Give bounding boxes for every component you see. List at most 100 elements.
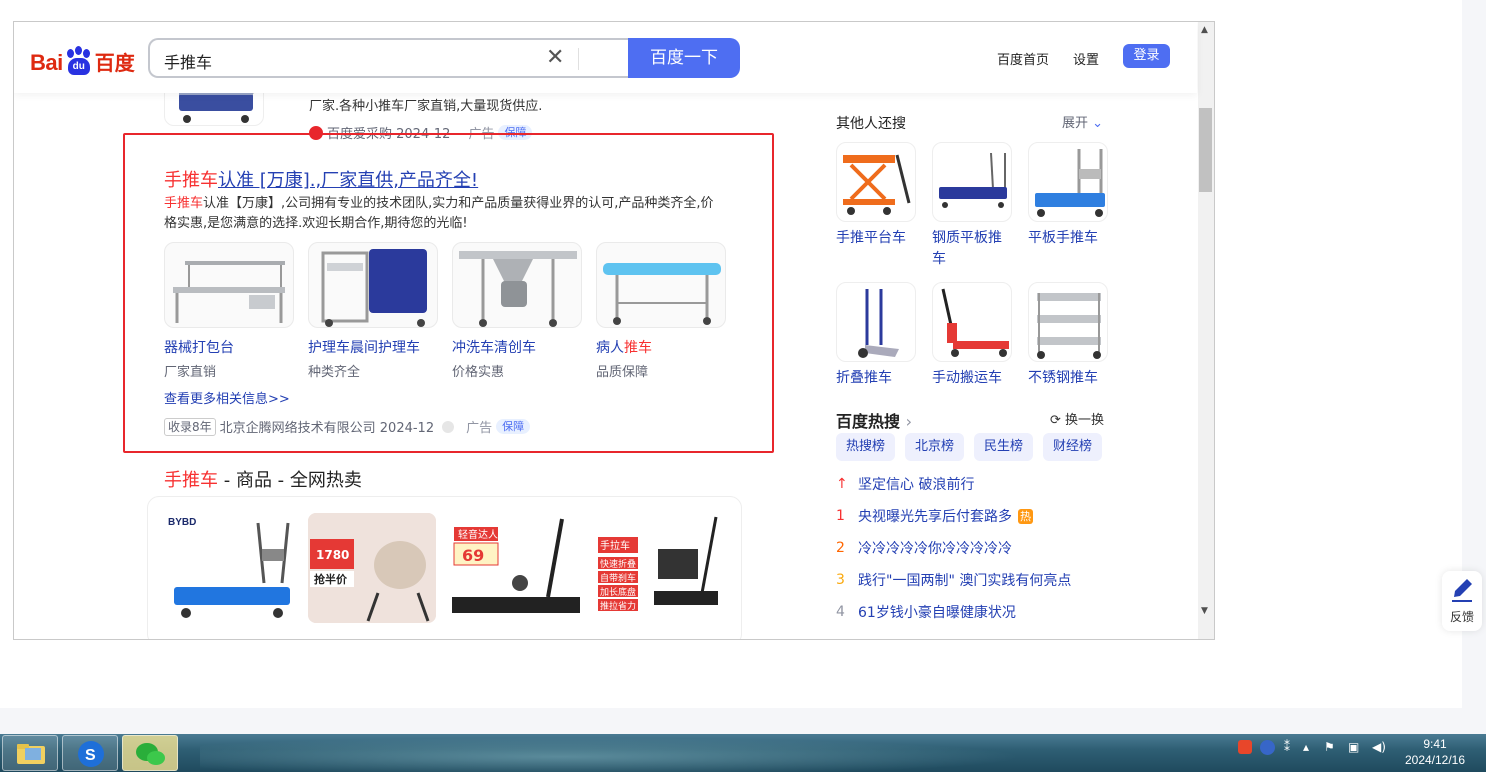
hot-text: 冷冷冷冷冷你冷冷冷冷冷 [858,541,1012,557]
tile-name[interactable]: 护理车晨间护理车 [308,337,420,357]
tile-subtitle: 种类齐全 [308,365,361,380]
related-image[interactable] [932,282,1012,362]
hot-text: 践行"一国两制" 澳门实践有何亮点 [858,573,1072,589]
ad-snippet-text: 认准【万康】,公司拥有专业的技术团队,实力和产品质量获得业界的认可,产品种类齐全… [164,196,714,231]
hot-tab[interactable]: 民生榜 [974,433,1034,461]
tile-name[interactable]: 病人推车 [596,337,652,357]
hot-tab[interactable]: 热搜榜 [836,433,896,461]
hot-item[interactable]: 3 践行"一国两制" 澳门实践有何亮点 [836,570,1071,590]
search-header: Bai du 百度 手推车 ✕ 百度一下 百度首页 设置 登录 [14,22,1197,93]
related-label[interactable]: 手推平台车 [836,228,916,249]
related-label[interactable]: 折叠推车 [836,368,916,389]
tile-image[interactable] [308,242,438,328]
related-image[interactable] [1028,282,1108,362]
tile-image[interactable] [452,242,582,328]
product-brand: BYBD [168,517,196,528]
nav-home-link[interactable]: 百度首页 [997,49,1049,68]
related-label[interactable]: 平板手推车 [1028,228,1108,249]
search-divider [578,48,579,70]
ad-result-meta: 收录8年 北京企腾网络技术有限公司 2024-12 广告 保障 [164,417,531,436]
taskbar-clock[interactable]: 9:41 2024/12/16 [1398,736,1472,768]
logo-text-cn: 百度 [94,53,135,75]
related-image[interactable] [836,142,916,222]
scroll-down-icon[interactable]: ▼ [1201,606,1208,616]
product-promo: 抢半价 [314,572,348,586]
related-label[interactable]: 手动搬运车 [932,368,1012,389]
hot-search-title[interactable]: 百度热搜 › [836,408,912,432]
refresh-icon: ⟳ [1050,413,1061,428]
indexed-years-tag: 收录8年 [164,417,216,436]
show-hidden-icons-icon[interactable]: ▴ [1303,740,1309,754]
product-feature: 加长底盘 [600,586,636,598]
product-image[interactable]: BYBD [164,513,292,623]
tile-subtitle: 品质保障 [596,365,649,380]
expand-label: 展开 [1062,116,1089,131]
expand-link[interactable]: 展开 ⌄ [1062,112,1103,131]
login-button[interactable]: 登录 [1123,44,1170,68]
ad-company[interactable]: 北京企腾网络技术有限公司 2024-12 [220,417,434,436]
ad-result-title[interactable]: 手推车认准 [万康].,厂家直供,产品齐全! [164,166,478,192]
tile-image[interactable] [164,242,294,328]
clear-icon[interactable]: ✕ [546,45,564,70]
refresh-button[interactable]: ⟳ 换一换 [1050,409,1104,428]
product-badge: 轻音达人 [458,528,498,541]
vertical-scrollbar[interactable]: ▲ ▼ [1198,22,1214,639]
product-feature: 推拉省力 [600,600,636,612]
more-info-link[interactable]: 查看更多相关信息>> [164,388,290,407]
tile-name[interactable]: 冲洗车清创车 [452,337,536,357]
hot-item[interactable]: 1 央视曝光先享后付套路多热 [836,506,1033,526]
product-image[interactable]: 轻音达人 69 [452,513,580,623]
hot-tab[interactable]: 财经榜 [1043,433,1103,461]
tile-name-keyword: 推车 [624,340,652,356]
search-button[interactable]: 百度一下 [628,38,740,78]
help-icon[interactable] [1260,740,1275,758]
hot-item[interactable]: ↑ 坚定信心 破浪前行 [836,474,974,494]
related-image[interactable] [836,282,916,362]
action-center-flag-icon[interactable]: ⚑ [1324,740,1335,754]
ime-icon[interactable] [1238,740,1252,757]
nav-settings-link[interactable]: 设置 [1073,49,1099,68]
hot-rank: 2 [836,540,845,556]
top-result-snippet: 厂家.各种小推车厂家直销,大量现货供应. [309,99,543,114]
related-label[interactable]: 不锈钢推车 [1028,368,1108,389]
ad-title-keyword: 手推车 [164,170,218,191]
hot-tab[interactable]: 北京榜 [905,433,965,461]
search-input[interactable]: 手推车 [164,49,212,73]
browser-viewport: Bai du 百度 手推车 ✕ 百度一下 百度首页 设置 登录 厂家.各种小推车 [13,21,1215,640]
hot-rank: 1 [836,508,845,524]
baidu-logo[interactable]: Bai du 百度 [30,42,135,76]
taskbar-app-browser[interactable]: S [62,735,118,771]
hot-badge: 热 [1018,508,1033,524]
network-icon[interactable]: ▣ [1348,740,1359,754]
related-image[interactable] [932,142,1012,222]
search-box[interactable]: 手推车 ✕ [148,38,630,78]
paw-icon: du [64,46,94,76]
product-badge: 手拉车 [600,539,630,552]
ad-label: 广告 [466,421,493,436]
hot-text: 坚定信心 破浪前行 [858,477,975,493]
related-label[interactable]: 钢质平板推车 [932,228,1012,270]
logo-text-bai: Bai [30,50,63,75]
start-button[interactable] [2,735,58,771]
taskbar: S ⁑ ▴ ⚑ ▣ ◀) 9:41 2024/12/16 [0,734,1486,772]
shopping-title[interactable]: 手推车 - 商品 - 全网热卖 [164,466,362,492]
volume-icon[interactable]: ◀) [1372,740,1386,754]
feedback-label: 反馈 [1449,610,1474,624]
related-title: 其他人还搜 [836,116,906,132]
scroll-up-icon[interactable]: ▲ [1201,25,1208,35]
folder-icon [17,744,45,764]
hot-search-title-text: 百度热搜 [836,412,901,431]
tile-name[interactable]: 器械打包台 [164,337,234,357]
taskbar-app-wechat[interactable] [122,735,178,771]
product-image[interactable]: 1780 抢半价 [308,513,436,623]
related-image[interactable] [1028,142,1108,222]
product-price: 69 [462,546,484,565]
hot-item[interactable]: 2 冷冷冷冷冷你冷冷冷冷冷 [836,538,1012,558]
feedback-button[interactable]: 反馈 [1442,571,1482,631]
scrollbar-thumb[interactable] [1199,108,1212,192]
product-image[interactable]: 手拉车 快速折叠 自带刹车 加长底盘 推拉省力 [596,513,724,623]
ime-settings-icon[interactable]: ⁑ [1284,740,1290,754]
hot-item[interactable]: 4 61岁钱小豪自曝健康状况 [836,602,1016,622]
chevron-down-icon[interactable] [442,420,455,433]
tile-image[interactable] [596,242,726,328]
